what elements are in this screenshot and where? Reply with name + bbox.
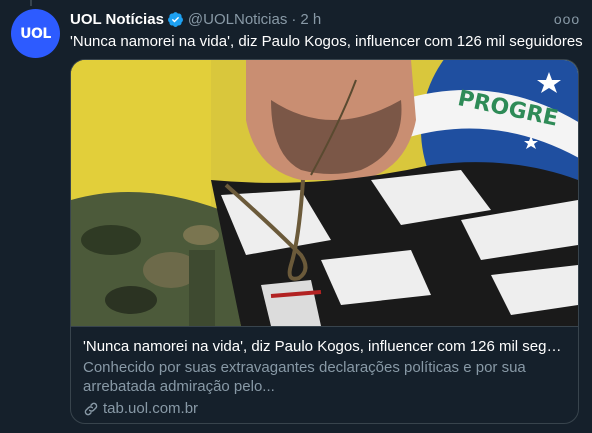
tweet[interactable]: UOL UOL Notícias @UOLNoticias · 2 h ooo … <box>0 0 592 433</box>
card-domain[interactable]: tab.uol.com.br <box>83 399 566 418</box>
link-icon <box>83 401 99 417</box>
verified-badge-icon <box>167 11 184 28</box>
header-separator: · <box>291 10 297 28</box>
thread-connector <box>30 0 36 6</box>
avatar-logo-text: UOL <box>20 25 51 42</box>
tweet-text: 'Nunca namorei na vida', diz Paulo Kogos… <box>70 33 583 50</box>
author-handle[interactable]: @UOLNoticias <box>188 11 287 28</box>
author-name[interactable]: UOL Notícias <box>70 11 164 28</box>
tweet-timestamp[interactable]: 2 h <box>300 11 321 28</box>
card-description: Conhecido por suas extravagantes declara… <box>83 359 526 395</box>
card-domain-text: tab.uol.com.br <box>103 400 199 417</box>
more-options-icon[interactable]: ooo <box>554 9 579 29</box>
card-image[interactable]: PROGRE <box>71 60 578 326</box>
link-card[interactable]: PROGRE 'Nunca namorei na vida', diz Paul… <box>70 59 579 424</box>
card-title[interactable]: 'Nunca namorei na vida', diz Paulo Kogos… <box>83 337 566 356</box>
avatar[interactable]: UOL <box>11 9 60 58</box>
card-body[interactable]: 'Nunca namorei na vida', diz Paulo Kogos… <box>71 326 578 423</box>
card-photo-illustration: PROGRE <box>71 60 578 326</box>
tweet-header: UOL Notícias @UOLNoticias · 2 h ooo <box>70 9 579 29</box>
